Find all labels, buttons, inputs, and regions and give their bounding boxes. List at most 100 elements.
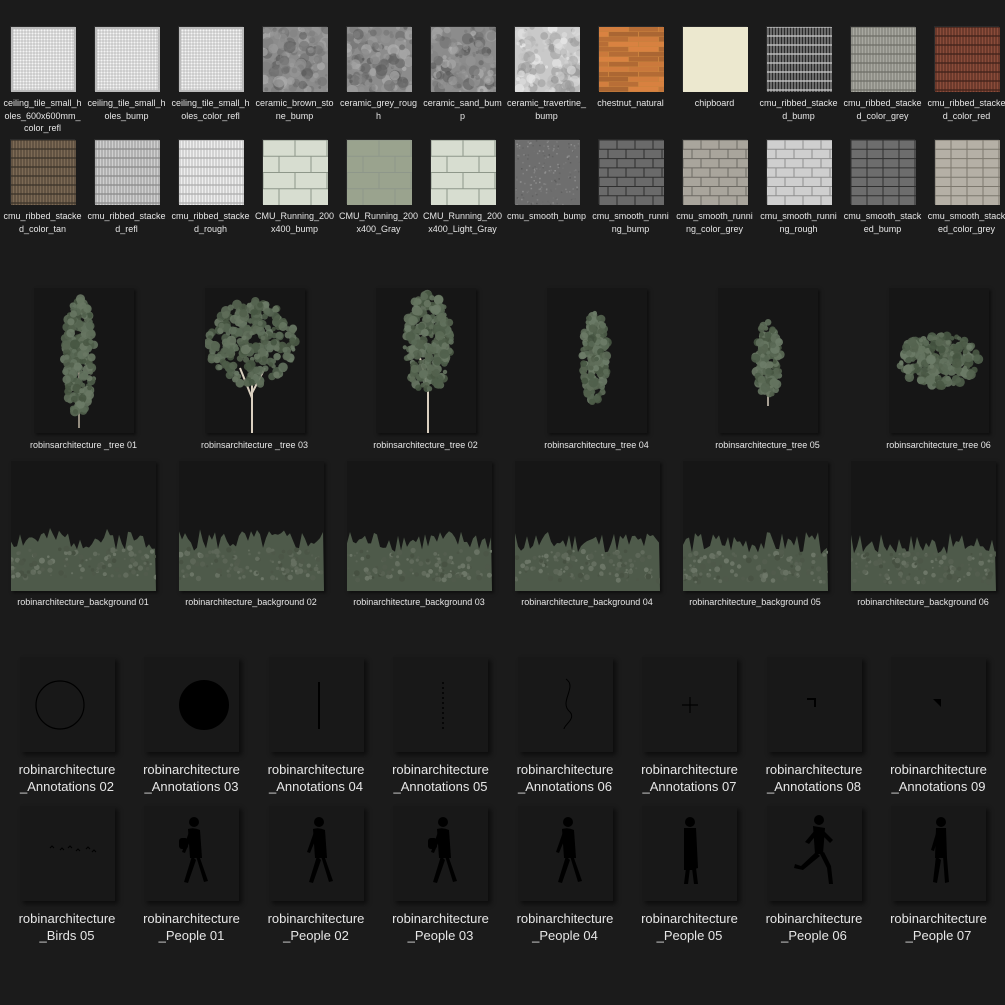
item-label: robinsarchitecture _tree 03 bbox=[201, 440, 308, 450]
item-label: robinarchitecture _People 07 bbox=[890, 910, 987, 944]
texture-item[interactable]: CMU_Running_200x400_Light_Gray bbox=[421, 139, 505, 235]
background-item[interactable]: robinarchitecture_background 04 bbox=[503, 461, 671, 607]
thumbnail bbox=[94, 139, 160, 205]
thumbnail bbox=[891, 806, 986, 901]
label-line: robinsarchitecture _tree 01 bbox=[29, 440, 138, 450]
tree-item[interactable]: robinsarchitecture_tree 05 bbox=[682, 288, 853, 450]
item-label: cmu_smooth_stacked_color_grey bbox=[927, 210, 1005, 235]
texture-item[interactable]: cmu_smooth_stacked_color_grey bbox=[925, 139, 1005, 235]
thumbnail bbox=[766, 139, 832, 205]
annotation-item[interactable]: robinarchitecture _Annotations 08 bbox=[752, 657, 876, 795]
label-line: cmu_smooth_stacked_bump bbox=[843, 211, 922, 234]
annotation-item[interactable]: robinarchitecture _Annotations 03 bbox=[130, 657, 254, 795]
texture-item[interactable]: ceramic_grey_rough bbox=[337, 26, 421, 122]
texture-item[interactable]: cmu_ribbed_stacked_color_tan bbox=[1, 139, 85, 235]
thumbnail bbox=[144, 657, 239, 752]
texture-item[interactable]: cmu_ribbed_stacked_color_grey bbox=[841, 26, 925, 122]
thumbnail bbox=[598, 139, 664, 205]
background-item[interactable]: robinarchitecture_background 01 bbox=[0, 461, 167, 607]
people-item[interactable]: robinarchitecture _Birds 05 bbox=[5, 806, 129, 944]
item-label: robinarchitecture _People 05 bbox=[641, 910, 738, 944]
people-item[interactable]: robinarchitecture _People 01 bbox=[130, 806, 254, 944]
item-label: robinsarchitecture _tree 01 bbox=[30, 440, 137, 450]
tree-item[interactable]: robinsarchitecture_tree 04 bbox=[511, 288, 682, 450]
texture-item[interactable]: cmu_ribbed_stacked_rough bbox=[169, 139, 253, 235]
background-item[interactable]: robinarchitecture_background 06 bbox=[839, 461, 1005, 607]
annotation-item[interactable]: robinarchitecture _Annotations 04 bbox=[254, 657, 378, 795]
thumbnail bbox=[850, 26, 916, 92]
label-line: robinarchitecture bbox=[765, 911, 863, 926]
label-line: robinarchitecture bbox=[143, 911, 240, 926]
texture-item[interactable]: cmu_smooth_bump bbox=[505, 139, 589, 223]
item-label: cmu_smooth_running_bump bbox=[591, 210, 671, 235]
item-label: robinarchitecture_background 04 bbox=[521, 597, 653, 607]
label-line: cmu_smooth_stacked_color_grey bbox=[927, 211, 1005, 234]
texture-item[interactable]: ceiling_tile_small_holes_600x600mm_color… bbox=[1, 26, 85, 135]
label-line: _People 07 bbox=[905, 928, 972, 943]
texture-item[interactable]: chestnut_natural bbox=[589, 26, 673, 110]
item-label: chestnut_natural bbox=[591, 97, 671, 110]
item-label: ceramic_brown_stone_bump bbox=[255, 97, 335, 122]
label-line: _Annotations 06 bbox=[518, 779, 612, 794]
thumbnail bbox=[33, 288, 134, 433]
texture-item[interactable]: ceiling_tile_small_holes_color_refl bbox=[169, 26, 253, 122]
thumbnail bbox=[393, 806, 488, 901]
texture-item[interactable]: cmu_smooth_running_bump bbox=[589, 139, 673, 235]
texture-item[interactable]: CMU_Running_200x400_bump bbox=[253, 139, 337, 235]
thumbnail bbox=[517, 806, 613, 901]
thumbnail bbox=[346, 139, 412, 205]
annotation-item[interactable]: robinarchitecture _Annotations 02 bbox=[5, 657, 129, 795]
label-line: cmu_ribbed_stacked_color_grey bbox=[843, 98, 922, 121]
texture-item[interactable]: ceramic_brown_stone_bump bbox=[253, 26, 337, 122]
item-label: ceramic_grey_rough bbox=[339, 97, 419, 122]
item-label: cmu_smooth_running_color_grey bbox=[675, 210, 755, 235]
thumbnail bbox=[682, 26, 748, 92]
thumbnail bbox=[514, 26, 580, 92]
texture-item[interactable]: cmu_smooth_running_rough bbox=[757, 139, 841, 235]
texture-item[interactable]: cmu_smooth_stacked_bump bbox=[841, 139, 925, 235]
label-line: robinarchitecture bbox=[890, 762, 987, 777]
people-item[interactable]: robinarchitecture _People 05 bbox=[628, 806, 752, 944]
item-label: robinarchitecture_background 05 bbox=[689, 597, 821, 607]
texture-item[interactable]: cmu_ribbed_stacked_bump bbox=[757, 26, 841, 122]
tree-item[interactable]: robinsarchitecture_tree 06 bbox=[853, 288, 1005, 450]
people-item[interactable]: robinarchitecture _People 02 bbox=[254, 806, 378, 944]
texture-item[interactable]: CMU_Running_200x400_Gray bbox=[337, 139, 421, 235]
annotation-item[interactable]: robinarchitecture _Annotations 05 bbox=[379, 657, 503, 795]
texture-item[interactable]: ceiling_tile_small_holes_bump bbox=[85, 26, 169, 122]
background-item[interactable]: robinarchitecture_background 03 bbox=[335, 461, 503, 607]
label-line: chestnut_natural bbox=[597, 98, 664, 108]
texture-item[interactable]: chipboard bbox=[673, 26, 757, 110]
people-item[interactable]: robinarchitecture _People 07 bbox=[877, 806, 1001, 944]
texture-item[interactable]: ceramic_travertine_bump bbox=[505, 26, 589, 122]
label-line: ceramic_travertine_bump bbox=[506, 98, 587, 121]
annotation-item[interactable]: robinarchitecture _Annotations 07 bbox=[628, 657, 752, 795]
thumbnail bbox=[514, 461, 660, 591]
thumbnail bbox=[144, 806, 239, 901]
background-item[interactable]: robinarchitecture_background 05 bbox=[671, 461, 839, 607]
texture-item[interactable]: cmu_smooth_running_color_grey bbox=[673, 139, 757, 235]
label-line: cmu_smooth_running_color_grey bbox=[676, 211, 753, 234]
thumbnail bbox=[430, 139, 496, 205]
label-line: cmu_smooth_running_rough bbox=[760, 211, 837, 234]
label-line: robinarchitecture_background 04 bbox=[521, 597, 653, 607]
people-item[interactable]: robinarchitecture _People 06 bbox=[752, 806, 876, 944]
annotation-item[interactable]: robinarchitecture _Annotations 09 bbox=[877, 657, 1001, 795]
tree-item[interactable]: robinsarchitecture_tree 02 bbox=[340, 288, 511, 450]
tree-item[interactable]: robinsarchitecture _tree 03 bbox=[169, 288, 340, 450]
tree-item[interactable]: robinsarchitecture _tree 01 bbox=[0, 288, 169, 450]
label-line: _People 01 bbox=[158, 928, 225, 943]
texture-item[interactable]: cmu_ribbed_stacked_refl bbox=[85, 139, 169, 235]
texture-item[interactable]: ceramic_sand_bump bbox=[421, 26, 505, 122]
label-line: robinarchitecture bbox=[267, 762, 365, 777]
people-item[interactable]: robinarchitecture _People 04 bbox=[503, 806, 627, 944]
annotation-item[interactable]: robinarchitecture _Annotations 06 bbox=[503, 657, 627, 795]
background-item[interactable]: robinarchitecture_background 02 bbox=[167, 461, 335, 607]
texture-item[interactable]: cmu_ribbed_stacked_color_red bbox=[925, 26, 1005, 122]
item-label: ceiling_tile_small_holes_bump bbox=[87, 97, 167, 122]
item-label: robinarchitecture_background 01 bbox=[17, 597, 149, 607]
item-label: robinarchitecture _Birds 05 bbox=[19, 910, 116, 944]
people-item[interactable]: robinarchitecture _People 03 bbox=[379, 806, 503, 944]
item-label: CMU_Running_200x400_Gray bbox=[339, 210, 419, 235]
item-label: robinsarchitecture_tree 02 bbox=[373, 440, 478, 450]
